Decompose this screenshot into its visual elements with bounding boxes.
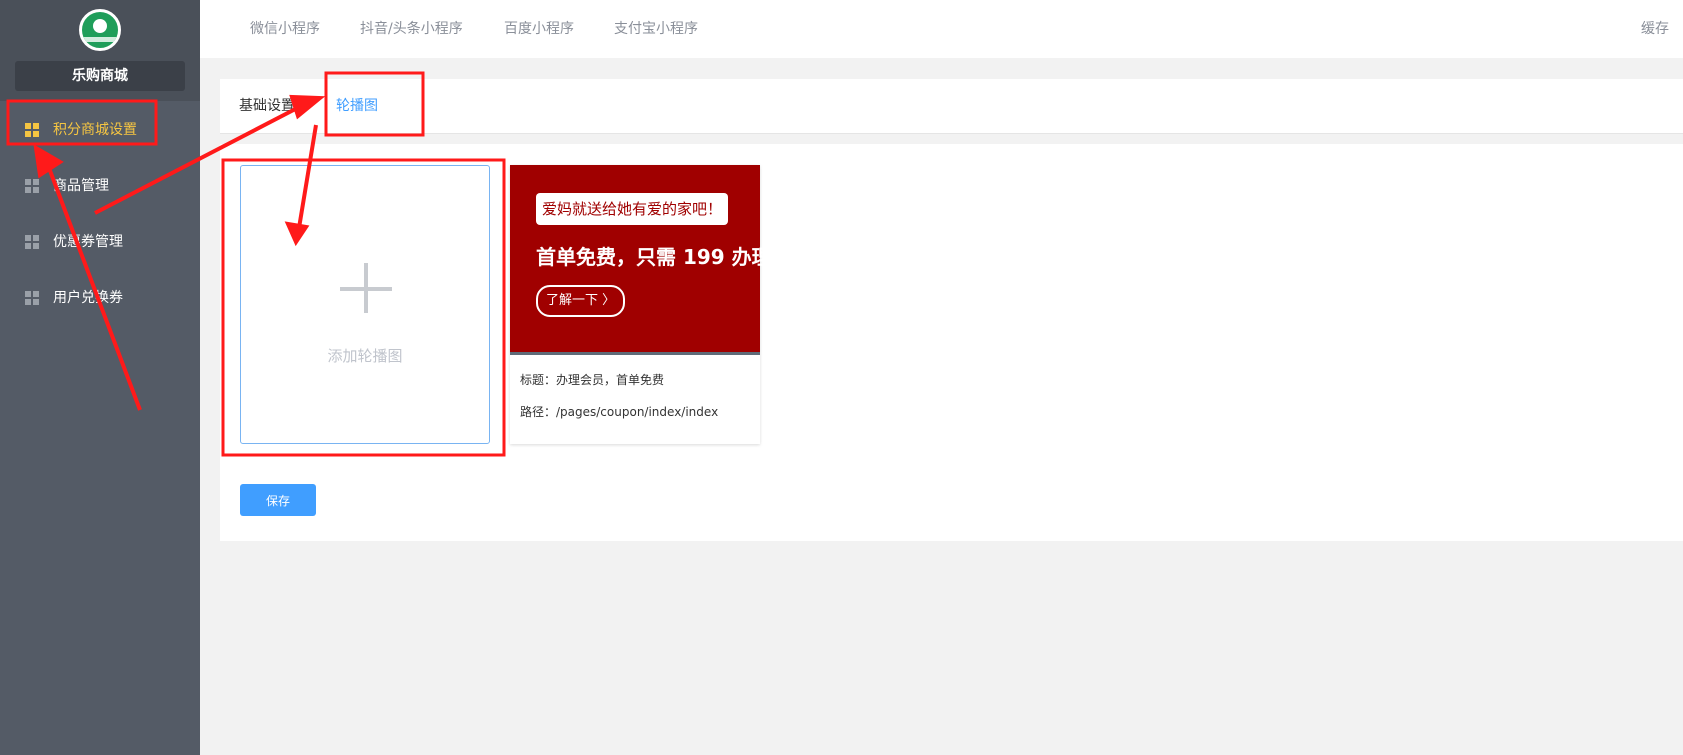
banner-learn-more: 了解一下 〉 (536, 285, 626, 317)
subtab-bar: 基础设置 轮播图 (220, 79, 1683, 134)
sidebar: 乐购商城 积分商城设置 商品管理 优惠券管理 用户兑换券 (0, 0, 200, 755)
subtab-basic-settings[interactable]: 基础设置 (239, 79, 295, 134)
cache-link[interactable]: 缓存 (1641, 0, 1669, 58)
section-divider (220, 134, 1683, 144)
banner-pill-text: 爱妈就送给她有爱的家吧！ (536, 193, 729, 225)
sidebar-item-points-mall-settings[interactable]: 积分商城设置 (0, 110, 200, 150)
sidebar-item-product-management[interactable]: 商品管理 (0, 166, 200, 206)
add-carousel-card[interactable]: 添加轮播图 (240, 165, 490, 444)
grid-icon (25, 291, 39, 305)
sidebar-item-coupon-management[interactable]: 优惠券管理 (0, 222, 200, 262)
carousel-item-title: 标题：办理会员，首单免费 (520, 373, 665, 387)
carousel-item-card[interactable]: 爱妈就送给她有爱的家吧！ 首单免费，只需 199 办理会员 了解一下 〉 标题：… (510, 165, 812, 444)
tab-alipay-miniprogram[interactable]: 支付宝小程序 (614, 0, 698, 58)
banner-headline: 首单免费，只需 199 办理会员 (536, 245, 812, 269)
banner-image: 爱妈就送给她有爱的家吧！ 首单免费，只需 199 办理会员 了解一下 〉 (510, 165, 812, 355)
grid-icon (25, 123, 39, 137)
tab-wechat-miniprogram[interactable]: 微信小程序 (250, 0, 320, 58)
subtab-carousel[interactable]: 轮播图 (336, 79, 378, 134)
grid-icon (25, 179, 39, 193)
sidebar-item-label: 商品管理 (53, 178, 109, 194)
shop-logo-icon (79, 9, 121, 51)
carousel-item-path: 路径：/pages/coupon/index/index (520, 405, 719, 419)
tab-douyin-miniprogram[interactable]: 抖音/头条小程序 (360, 0, 463, 58)
grid-icon (25, 235, 39, 249)
main-panel: 基础设置 轮播图 添加轮播图 爱妈就送给她有爱的家吧！ 首单免费，只需 199 … (220, 79, 1683, 541)
sidebar-header: 乐购商城 (0, 0, 200, 101)
sidebar-item-user-redemption[interactable]: 用户兑换券 (0, 278, 200, 318)
sidebar-item-label: 用户兑换券 (53, 290, 123, 306)
tab-baidu-miniprogram[interactable]: 百度小程序 (504, 0, 574, 58)
shop-name: 乐购商城 (15, 61, 185, 91)
add-carousel-label: 添加轮播图 (327, 347, 403, 365)
sidebar-item-label: 优惠券管理 (53, 234, 123, 250)
top-bar: 微信小程序 抖音/头条小程序 百度小程序 支付宝小程序 缓存 (200, 0, 1683, 58)
save-button[interactable]: 保存 (240, 484, 316, 516)
sidebar-item-label: 积分商城设置 (53, 122, 137, 138)
